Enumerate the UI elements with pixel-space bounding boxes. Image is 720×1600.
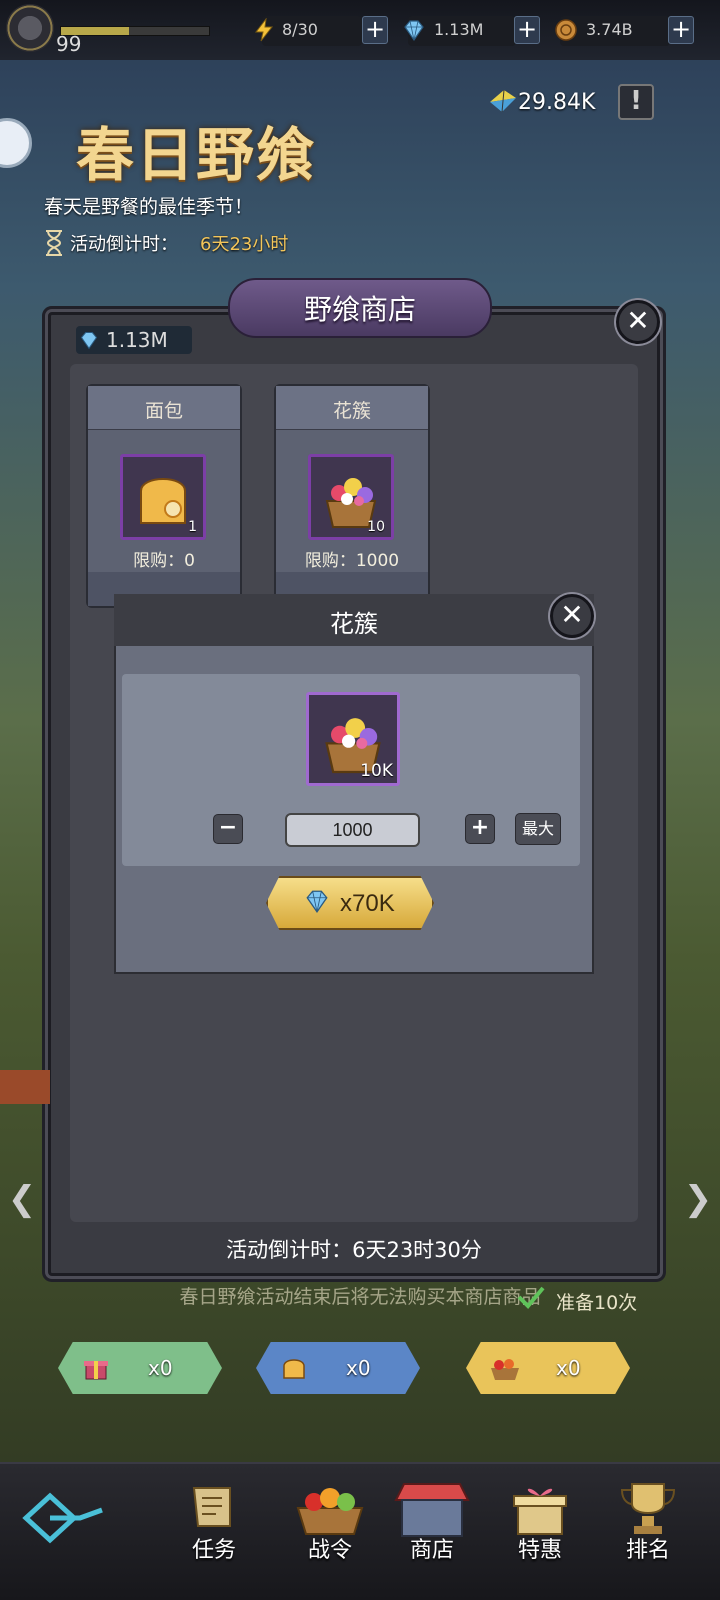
event-countdown-label: 活动倒计时： xyxy=(70,234,178,255)
decrease-quantity-button[interactable]: − xyxy=(213,814,243,844)
gem-icon xyxy=(80,332,98,350)
max-quantity-button[interactable]: 最大 xyxy=(515,813,561,845)
fruit-count: x0 xyxy=(556,1356,581,1380)
card-name: 面包 xyxy=(144,400,183,422)
bread-count: x0 xyxy=(346,1356,371,1380)
add-coins-button[interactable]: + xyxy=(668,16,694,44)
shop-stall-icon xyxy=(394,1483,470,1537)
gems-value: 1.13M xyxy=(434,20,484,39)
kite-points-value: 29.84K xyxy=(518,90,596,115)
shop-currency-value: 1.13M xyxy=(106,328,168,352)
gift-icon xyxy=(513,1488,567,1535)
buy-price: x70K xyxy=(340,890,395,917)
gift-icon xyxy=(84,1361,108,1380)
event-subtitle: 春天是野餐的最佳季节！ xyxy=(44,196,254,218)
scroll-icon xyxy=(192,1487,231,1527)
shop-countdown: 活动倒计时：6天23时30分 xyxy=(226,1238,482,1262)
card-name: 花簇 xyxy=(332,400,371,422)
left-arrow-icon[interactable]: ❮ xyxy=(4,1182,40,1218)
add-energy-button[interactable]: + xyxy=(362,16,388,44)
nav-label-shop: 商店 xyxy=(409,1538,454,1563)
right-arrow-icon[interactable]: ❯ xyxy=(680,1182,716,1218)
dialog-item-thumb: 10K xyxy=(306,692,400,786)
bread-icon xyxy=(283,1359,305,1379)
level-emblem-icon[interactable] xyxy=(6,4,54,52)
shop-close-button[interactable]: ✕ xyxy=(616,300,660,344)
dialog-item-qty: 10K xyxy=(360,761,393,781)
nav-deals[interactable] xyxy=(490,1470,590,1590)
gem-icon xyxy=(306,890,328,913)
purchase-dialog-title: 花簇 xyxy=(330,610,378,638)
check-icon xyxy=(517,1286,545,1309)
nav-shop[interactable] xyxy=(382,1470,482,1590)
gem-icon xyxy=(404,20,424,42)
add-gems-button[interactable]: + xyxy=(514,16,540,44)
game-logo-icon[interactable] xyxy=(20,1488,106,1548)
nav-tasks[interactable] xyxy=(164,1470,264,1590)
nav-label-deals: 特惠 xyxy=(517,1538,562,1563)
shop-title: 野飨商店 xyxy=(303,293,416,326)
hourglass-icon xyxy=(46,230,62,256)
quantity-input[interactable] xyxy=(285,813,420,847)
card-qty: 10 xyxy=(367,519,385,535)
side-tab[interactable] xyxy=(0,1070,50,1104)
nav-label-ranking: 排名 xyxy=(625,1538,670,1563)
nav-label-battle-pass: 战令 xyxy=(307,1538,352,1563)
trophy-icon xyxy=(620,1483,676,1534)
prep-count-text: 准备10次 xyxy=(556,1292,638,1314)
bread-item-thumb: 1 xyxy=(120,454,206,540)
nav-label-tasks: 任务 xyxy=(191,1538,236,1563)
kite-icon xyxy=(490,89,516,113)
avatar[interactable] xyxy=(0,118,32,168)
event-title: 春日野飨 xyxy=(76,121,317,189)
coin-icon xyxy=(555,19,577,41)
fruit-basket-icon xyxy=(491,1359,519,1380)
fruit-basket-icon xyxy=(296,1488,364,1535)
card-qty: 1 xyxy=(188,519,197,535)
energy-value: 8/30 xyxy=(282,20,318,39)
coins-value: 3.74B xyxy=(586,20,633,39)
lightning-icon xyxy=(254,18,274,42)
nav-ranking[interactable] xyxy=(598,1470,698,1590)
level-number: 99 xyxy=(56,32,82,56)
event-countdown-value: 6天23小时 xyxy=(200,234,289,255)
shop-card-bread[interactable]: 面包 1 限购：0 xyxy=(86,384,242,608)
xp-bar xyxy=(60,26,210,36)
increase-quantity-button[interactable]: + xyxy=(465,814,495,844)
shop-card-flowers[interactable]: 花簇 10 限购：1000 xyxy=(274,384,430,608)
card-limit: 限购：0 xyxy=(133,551,195,571)
flowers-item-thumb: 10 xyxy=(308,454,394,540)
card-limit: 限购：1000 xyxy=(304,551,400,571)
dialog-close-button[interactable]: ✕ xyxy=(550,594,594,638)
gift-count: x0 xyxy=(148,1356,173,1380)
info-button[interactable]: ! xyxy=(618,84,654,120)
nav-battle-pass[interactable] xyxy=(280,1470,380,1590)
